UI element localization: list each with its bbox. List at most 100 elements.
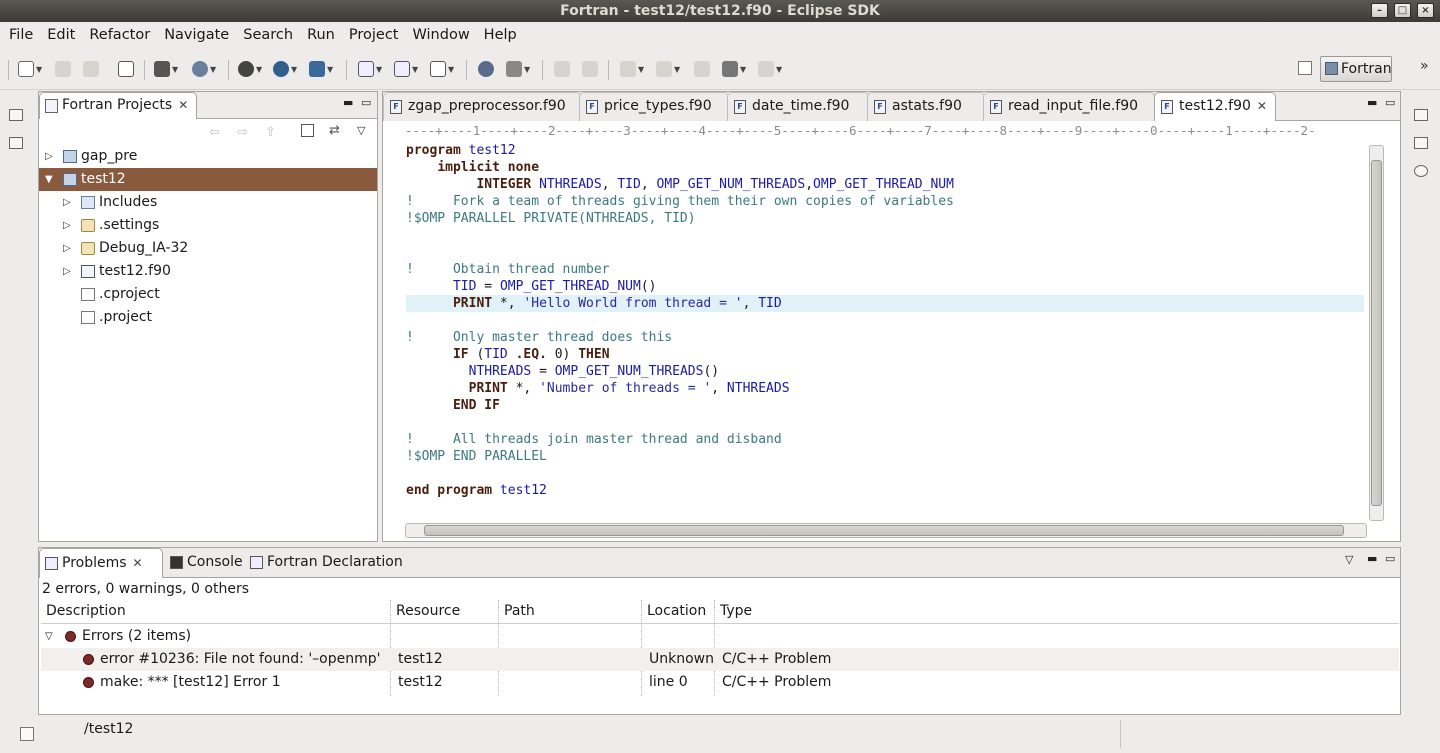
menu-help[interactable]: Help bbox=[477, 27, 524, 43]
view-menu-icon[interactable]: ▽ bbox=[1345, 553, 1353, 566]
tree-item-gap-pre[interactable]: ▷ gap_pre bbox=[39, 145, 377, 168]
tools-button[interactable]: ▼ bbox=[192, 58, 216, 80]
binary-button[interactable] bbox=[118, 58, 134, 80]
tree-item-cproject[interactable]: .cproject bbox=[39, 283, 377, 306]
view-menu-icon[interactable]: ▽ bbox=[357, 124, 365, 137]
tab-fortran-declaration[interactable]: Fortran Declaration bbox=[245, 548, 411, 578]
collapse-all-icon[interactable] bbox=[301, 124, 314, 137]
expand-icon[interactable]: ▷ bbox=[63, 214, 71, 237]
menu-navigate[interactable]: Navigate bbox=[157, 27, 236, 43]
restore-icon[interactable] bbox=[1414, 109, 1428, 121]
block-select-button[interactable] bbox=[582, 58, 598, 80]
menu-project[interactable]: Project bbox=[342, 27, 406, 43]
close-icon[interactable]: ✕ bbox=[178, 98, 188, 112]
last-edit-button[interactable] bbox=[694, 58, 710, 80]
collapse-icon[interactable]: ▽ bbox=[45, 625, 53, 648]
expand-icon[interactable]: ▷ bbox=[63, 260, 71, 283]
next-annotation-button[interactable]: ▼ bbox=[620, 58, 644, 80]
maximize-icon[interactable]: ▭ bbox=[361, 96, 371, 109]
save-button[interactable] bbox=[55, 58, 71, 80]
fast-view-icon[interactable] bbox=[20, 727, 34, 741]
minimize-icon[interactable]: ▬ bbox=[1367, 552, 1377, 565]
horizontal-scrollbar[interactable] bbox=[405, 523, 1367, 538]
expand-icon[interactable]: ▷ bbox=[45, 145, 53, 168]
build-button[interactable]: ▼ bbox=[154, 58, 178, 80]
run-button[interactable]: ▼ bbox=[273, 58, 297, 80]
minimize-button[interactable]: – bbox=[1371, 3, 1388, 18]
chevron-right-icon[interactable]: » bbox=[1420, 58, 1429, 74]
menu-edit[interactable]: Edit bbox=[40, 27, 82, 43]
collapse-icon[interactable]: ▼ bbox=[45, 168, 53, 191]
minimize-icon[interactable]: ▬ bbox=[1367, 96, 1377, 109]
external-tools-button[interactable]: ▼ bbox=[309, 58, 333, 80]
print-button[interactable] bbox=[83, 58, 99, 80]
tab-zgap-preprocessor[interactable]: Fzgap_preprocessor.f90 bbox=[383, 92, 581, 121]
maximize-icon[interactable]: ▭ bbox=[1385, 552, 1395, 565]
menu-search[interactable]: Search bbox=[236, 27, 300, 43]
tab-fortran-projects[interactable]: Fortran Projects ✕ bbox=[39, 92, 198, 119]
target-icon[interactable] bbox=[1414, 165, 1428, 177]
scrollbar-thumb[interactable] bbox=[424, 525, 1344, 536]
maximize-button[interactable]: □ bbox=[1394, 3, 1411, 18]
tab-console[interactable]: Console bbox=[165, 548, 251, 578]
menu-window[interactable]: Window bbox=[406, 27, 477, 43]
search-button[interactable]: ▼ bbox=[506, 58, 530, 80]
restore-icon[interactable] bbox=[9, 109, 23, 121]
tree-item-project[interactable]: .project bbox=[39, 306, 377, 329]
perspective-fortran-button[interactable]: Fortran bbox=[1320, 56, 1392, 82]
new-project-button[interactable]: ▼ bbox=[358, 58, 382, 80]
column-type[interactable]: Type bbox=[720, 603, 752, 619]
up-folder-icon[interactable]: ⇧ bbox=[265, 125, 276, 140]
new-file-button[interactable]: ▼ bbox=[430, 58, 454, 80]
tab-read-input-file[interactable]: Fread_input_file.f90 bbox=[983, 92, 1155, 121]
new-button[interactable]: ▼ bbox=[18, 58, 42, 80]
menu-file[interactable]: File bbox=[2, 27, 40, 43]
outline-icon[interactable] bbox=[1414, 137, 1428, 149]
tree-item-includes[interactable]: ▷ Includes bbox=[39, 191, 377, 214]
close-button[interactable]: × bbox=[1417, 3, 1434, 18]
column-path[interactable]: Path bbox=[504, 603, 535, 619]
problem-row[interactable]: make: *** [test12] Error 1 test12 line 0… bbox=[41, 671, 1399, 694]
problem-row[interactable]: error #10236: File not found: '–openmp' … bbox=[41, 648, 1399, 671]
maximize-icon[interactable]: ▭ bbox=[1385, 96, 1395, 109]
menu-run[interactable]: Run bbox=[300, 27, 342, 43]
open-type-button[interactable] bbox=[478, 58, 494, 80]
prev-annotation-button[interactable]: ▼ bbox=[656, 58, 680, 80]
tree-item-test12-f90[interactable]: ▷ test12.f90 bbox=[39, 260, 377, 283]
vertical-scrollbar[interactable] bbox=[1369, 145, 1384, 521]
tab-problems[interactable]: Problems ✕ bbox=[39, 548, 163, 578]
column-location[interactable]: Location bbox=[647, 603, 706, 619]
toggle-mark-button[interactable] bbox=[554, 58, 570, 80]
close-icon[interactable]: ✕ bbox=[133, 556, 143, 570]
forward-button[interactable]: ▼ bbox=[758, 58, 782, 80]
problems-group-row[interactable]: ▽ Errors (2 items) bbox=[41, 625, 1399, 648]
menu-refactor[interactable]: Refactor bbox=[82, 27, 157, 43]
expand-icon[interactable]: ▷ bbox=[63, 191, 71, 214]
tab-price-types[interactable]: Fprice_types.f90 bbox=[579, 92, 729, 121]
minimize-icon[interactable]: ▬ bbox=[343, 96, 353, 109]
expand-icon[interactable]: ▷ bbox=[63, 237, 71, 260]
forward-arrow-icon[interactable]: ⇨ bbox=[237, 125, 248, 140]
tree-item-test12[interactable]: ▼ test12 bbox=[39, 168, 377, 191]
open-perspective-button[interactable] bbox=[1298, 61, 1312, 75]
tab-astats[interactable]: Fastats.f90 bbox=[867, 92, 985, 121]
code-line: IF (TID .EQ. 0) THEN bbox=[452, 347, 610, 362]
close-icon[interactable]: ✕ bbox=[1257, 99, 1267, 113]
tab-date-time[interactable]: Fdate_time.f90 bbox=[727, 92, 869, 121]
tree-item-settings[interactable]: ▷ .settings bbox=[39, 214, 377, 237]
column-description[interactable]: Description bbox=[46, 603, 126, 619]
hierarchy-icon[interactable] bbox=[9, 137, 23, 149]
code-editor[interactable]: program test12 implicit none INTEGER NTH… bbox=[406, 142, 1366, 499]
tree-item-debug-ia-32[interactable]: ▷ Debug_IA-32 bbox=[39, 237, 377, 260]
link-editor-icon[interactable]: ⇄ bbox=[329, 123, 340, 138]
back-button[interactable]: ▼ bbox=[722, 58, 746, 80]
tab-label: Fortran Declaration bbox=[267, 554, 403, 570]
column-resource[interactable]: Resource bbox=[396, 603, 460, 619]
back-arrow-icon[interactable]: ⇦ bbox=[209, 125, 220, 140]
tab-test12[interactable]: Ftest12.f90 ✕ bbox=[1154, 92, 1276, 121]
binary-icon bbox=[118, 61, 134, 77]
problem-description: make: *** [test12] Error 1 bbox=[100, 674, 281, 690]
new-folder-button[interactable]: ▼ bbox=[394, 58, 418, 80]
debug-button[interactable]: ▼ bbox=[238, 58, 262, 80]
scrollbar-thumb[interactable] bbox=[1371, 160, 1382, 506]
